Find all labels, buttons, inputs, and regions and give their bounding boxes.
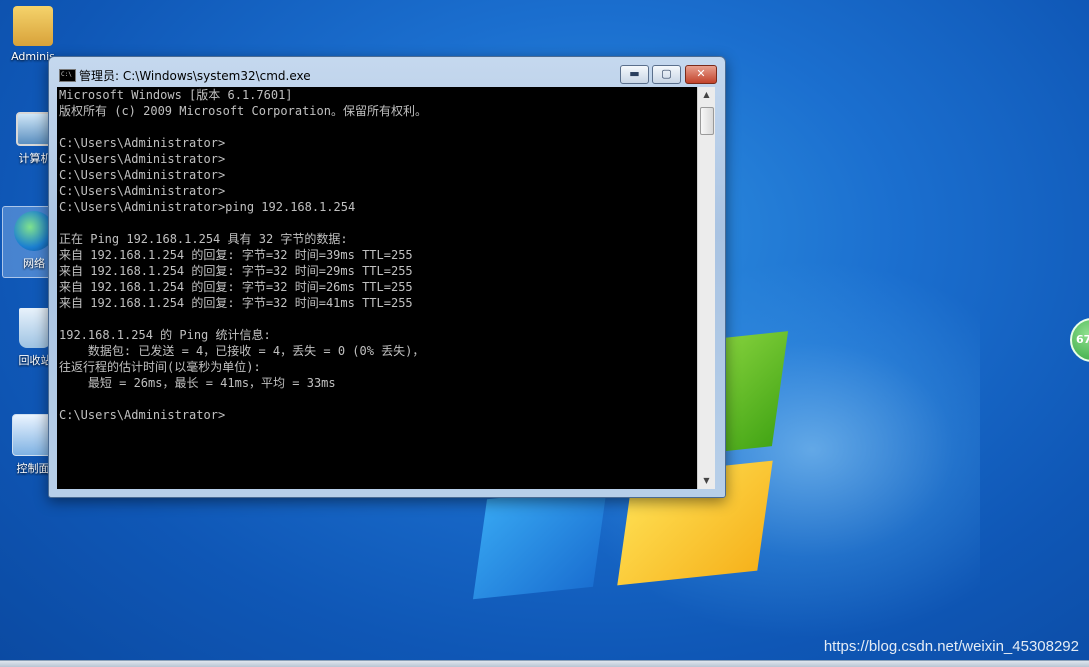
window-title: 管理员: C:\Windows\system32\cmd.exe (79, 69, 311, 83)
console-text[interactable]: Microsoft Windows [版本 6.1.7601] 版权所有 (c)… (57, 87, 697, 423)
scroll-up-icon[interactable]: ▲ (698, 87, 715, 103)
desktop-icon-administrator[interactable]: Adminis (2, 6, 64, 63)
logo-blue-pane (472, 486, 608, 600)
maximize-button[interactable]: ▢ (652, 65, 681, 84)
close-button[interactable]: ✕ (685, 65, 717, 84)
console-output[interactable]: Microsoft Windows [版本 6.1.7601] 版权所有 (c)… (57, 87, 697, 489)
cmd-window[interactable]: C:\ 管理员: C:\Windows\system32\cmd.exe ▬ ▢… (48, 56, 726, 498)
user-folder-icon (13, 6, 53, 46)
recycle-bin-icon (19, 308, 51, 348)
window-titlebar[interactable]: C:\ 管理员: C:\Windows\system32\cmd.exe ▬ ▢… (49, 57, 725, 87)
watermark-url: https://blog.csdn.net/weixin_45308292 (823, 638, 1079, 655)
scroll-thumb[interactable] (700, 107, 714, 135)
scroll-down-icon[interactable]: ▼ (698, 473, 715, 489)
network-speed-badge[interactable]: 67 (1070, 318, 1089, 362)
vertical-scrollbar[interactable]: ▲ ▼ (697, 87, 715, 489)
minimize-button[interactable]: ▬ (620, 65, 649, 84)
cmd-icon[interactable]: C:\ (59, 69, 76, 82)
